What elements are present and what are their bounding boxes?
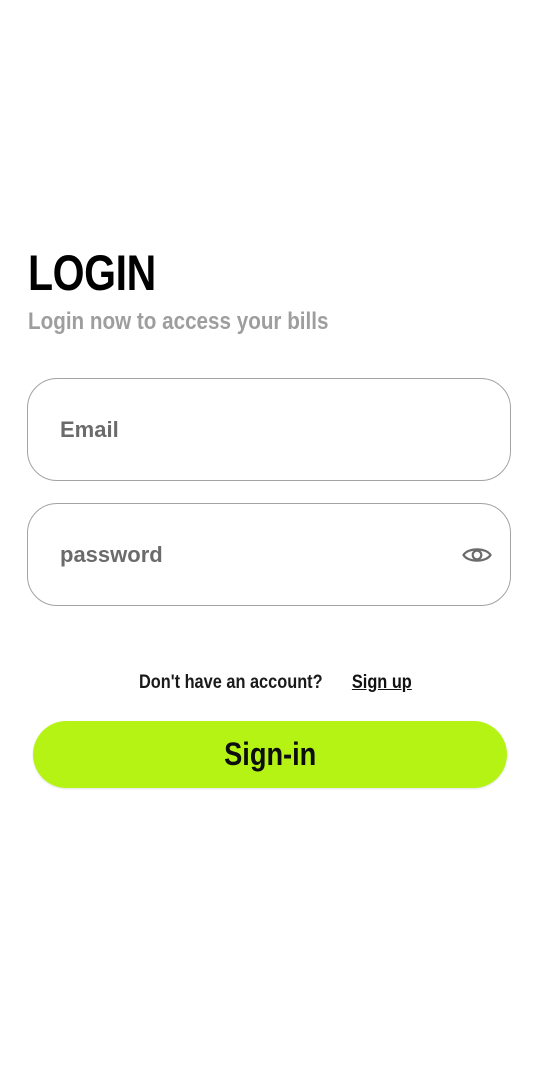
eye-icon[interactable] bbox=[461, 540, 493, 570]
signup-question: Don't have an account? bbox=[138, 672, 323, 693]
password-field-container[interactable] bbox=[27, 503, 511, 606]
page-title: LOGIN bbox=[28, 245, 156, 301]
email-input[interactable] bbox=[60, 409, 440, 450]
page-subtitle: Login now to access your bills bbox=[28, 308, 329, 335]
signup-link[interactable]: Sign up bbox=[351, 668, 411, 698]
email-field-container[interactable] bbox=[27, 378, 511, 481]
signin-button[interactable]: Sign-in bbox=[33, 721, 507, 788]
password-input[interactable] bbox=[60, 534, 440, 575]
login-screen: LOGIN Login now to access your bills Don… bbox=[0, 0, 540, 1084]
signin-button-label: Sign-in bbox=[223, 736, 317, 772]
signup-prompt: Don't have an account? Sign up bbox=[0, 668, 540, 698]
